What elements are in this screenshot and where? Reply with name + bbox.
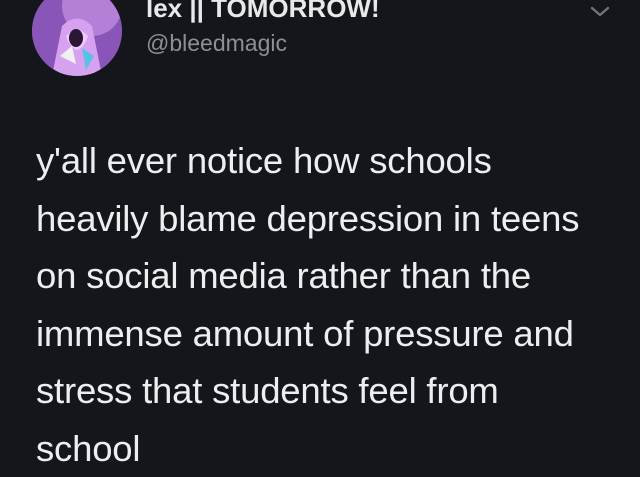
author-handle[interactable]: @bleedmagic [146,30,287,57]
tweet-text-line: immense amount of pressure and [36,305,626,363]
avatar-image [32,0,122,76]
chevron-down-icon[interactable] [588,4,612,20]
tweet-text-line: y'all ever notice how schools [36,132,626,190]
tweet-card: lex || TOMORROW! @bleedmagic y'all ever … [0,0,640,467]
tweet-text-line: on social media rather than the [36,247,626,305]
avatar[interactable] [32,0,122,76]
tweet-text-line: school [36,420,626,477]
author-display-name[interactable]: lex || TOMORROW! [146,0,380,24]
tweet-text-line: stress that students feel from [36,362,626,420]
tweet-text: y'all ever notice how schools heavily bl… [36,132,626,477]
tweet-text-line: heavily blame depression in teens [36,190,626,248]
